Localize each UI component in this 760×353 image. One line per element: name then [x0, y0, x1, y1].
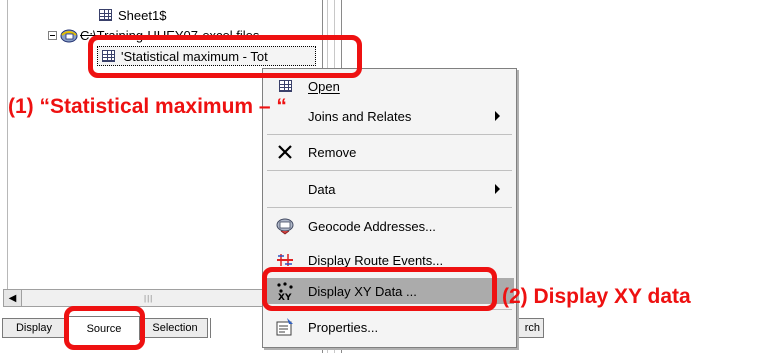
menu-item-label: Joins and Relates [308, 108, 412, 124]
callout-step1: (1) “Statistical maximum – “ [8, 95, 287, 118]
menu-item-label: Display Route Events... [308, 252, 444, 268]
highlight-box-source-tab [64, 306, 145, 350]
tab-label: Display [15, 322, 53, 334]
menu-item-label: Geocode Addresses... [308, 218, 436, 234]
tab-selection[interactable]: Selection [142, 318, 208, 338]
menu-item-remove[interactable]: Remove [265, 139, 514, 165]
callout-step2: (2) Display XY data [502, 285, 691, 308]
scroll-left-button[interactable]: ◀ [4, 290, 22, 306]
tree-item-sheet1[interactable]: Sheet1$ [99, 6, 166, 24]
tab-label: Selection [152, 322, 198, 334]
properties-icon [275, 317, 295, 337]
submenu-arrow-icon [495, 184, 500, 194]
geocode-icon [275, 216, 295, 236]
chevron-left-icon: ◀ [8, 292, 17, 304]
menu-item-label: Data [308, 181, 336, 197]
collapse-icon[interactable] [48, 31, 57, 40]
database-folder-icon [60, 29, 78, 43]
menu-separator [267, 170, 512, 171]
menu-item-joins-and-relates[interactable]: Joins and Relates [265, 103, 514, 129]
menu-separator [267, 134, 512, 135]
highlight-box-display-xy-data [262, 267, 497, 311]
remove-x-icon [275, 142, 295, 162]
table-icon [275, 76, 295, 96]
tab-label: rch [524, 322, 540, 334]
menu-item-label: Properties... [308, 319, 379, 335]
submenu-arrow-icon [495, 111, 500, 121]
table-icon [99, 9, 112, 21]
tab-display[interactable]: Display [2, 318, 66, 338]
tree-item-label: Sheet1$ [118, 7, 167, 23]
menu-item-properties[interactable]: Properties... [265, 314, 514, 340]
blank-icon [275, 179, 295, 199]
tab-divider [210, 318, 211, 338]
scroll-grip-icon: ||| [144, 294, 154, 303]
menu-separator [267, 207, 512, 208]
tree-guide-line [7, 0, 8, 290]
menu-item-data[interactable]: Data [265, 176, 514, 202]
highlight-box-selected-table [88, 35, 362, 78]
menu-item-label: Open [308, 78, 340, 94]
menu-item-label: Remove [308, 144, 357, 160]
menu-item-geocode-addresses[interactable]: Geocode Addresses... [265, 213, 514, 239]
